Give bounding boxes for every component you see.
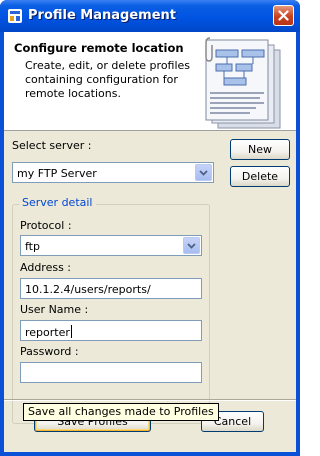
password-input[interactable] <box>20 362 202 383</box>
profile-documents-illustration <box>205 37 281 129</box>
save-profiles-tooltip: Save all changes made to Profiles <box>23 403 219 421</box>
delete-button[interactable]: Delete <box>230 166 290 187</box>
window-title: Profile Management <box>28 8 176 23</box>
header-title: Configure remote location <box>14 41 184 55</box>
server-select-dropdown-button[interactable] <box>195 164 212 181</box>
text-caret <box>70 325 72 338</box>
close-icon <box>278 10 289 21</box>
username-input[interactable]: reporter <box>20 320 202 341</box>
password-label: Password : <box>20 345 79 358</box>
address-input[interactable]: 10.1.2.4/users/reports/ <box>20 278 202 299</box>
chevron-down-icon <box>199 170 208 176</box>
new-button[interactable]: New <box>230 139 290 160</box>
protocol-label: Protocol : <box>20 219 72 232</box>
server-select-value: my FTP Server <box>17 167 97 180</box>
chevron-down-icon <box>187 243 196 249</box>
dialog-body: Configure remote location Create, edit, … <box>4 32 296 452</box>
profile-management-window: Profile Management Configure remote loca… <box>0 0 300 456</box>
window-frame-right <box>296 32 300 456</box>
username-input-content: reporter <box>25 325 72 339</box>
protocol-select-value: ftp <box>25 240 40 253</box>
header-description: Create, edit, or delete profiles contain… <box>25 59 191 100</box>
server-select[interactable]: my FTP Server <box>12 162 214 183</box>
title-bar[interactable]: Profile Management <box>0 0 300 32</box>
address-input-value: 10.1.2.4/users/reports/ <box>25 283 151 296</box>
footer-separator <box>4 399 296 401</box>
address-label: Address : <box>20 261 72 274</box>
username-input-value: reporter <box>25 326 70 339</box>
select-server-label: Select server : <box>12 139 92 152</box>
dialog-header: Configure remote location Create, edit, … <box>4 32 296 131</box>
protocol-select-dropdown-button[interactable] <box>183 237 200 254</box>
username-label: User Name : <box>20 303 89 316</box>
server-detail-legend: Server detail <box>19 196 96 209</box>
protocol-select[interactable]: ftp <box>20 235 202 256</box>
app-icon <box>8 9 22 23</box>
window-frame-bottom <box>0 452 300 456</box>
close-button[interactable] <box>273 5 294 26</box>
